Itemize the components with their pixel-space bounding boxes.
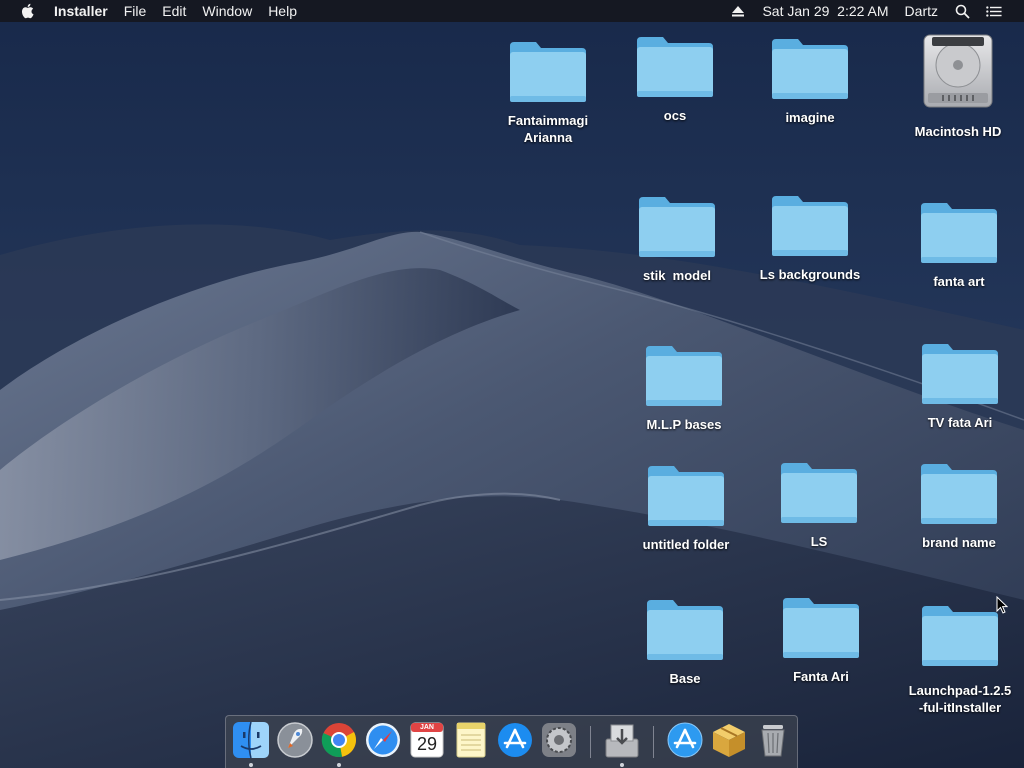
desktop-icon-label: LS <box>810 534 828 549</box>
desktop-folder[interactable]: LS <box>769 461 869 550</box>
desktop-icon-label: brand name <box>922 535 996 550</box>
desktop-icon-label: Fantaimmagi Arianna <box>507 113 589 145</box>
calendar-month: JAN <box>419 724 434 731</box>
folder-icon <box>781 463 857 523</box>
hard-drive-icon <box>923 34 993 108</box>
folder-icon <box>646 346 722 406</box>
desktop-icon-label: imagine <box>785 110 835 125</box>
eject-icon[interactable] <box>730 3 746 19</box>
app-store-download-icon[interactable] <box>666 721 704 759</box>
desktop-icon-label: Macintosh HD <box>914 124 1002 139</box>
folder-icon <box>783 598 859 658</box>
dock-separator <box>653 726 654 758</box>
desktop-icon-label: ocs <box>663 108 687 123</box>
apple-logo-icon[interactable] <box>20 2 36 20</box>
running-indicator <box>337 763 341 767</box>
folder-icon <box>772 39 848 99</box>
menu-app-name[interactable]: Installer <box>46 0 116 22</box>
desktop-folder[interactable]: imagine <box>760 37 860 126</box>
user-name[interactable]: Dartz <box>897 0 946 22</box>
folder-icon <box>772 196 848 256</box>
desktop-folder[interactable]: Fantaimmagi Arianna <box>498 40 598 146</box>
package-icon[interactable] <box>710 721 748 759</box>
notification-center-icon[interactable] <box>986 3 1002 19</box>
folder-icon <box>637 37 713 97</box>
desktop-icon-label: stik model <box>643 268 711 283</box>
chrome-icon[interactable] <box>320 721 358 767</box>
calendar-icon[interactable]: JAN 29 <box>408 721 446 759</box>
desktop-folder[interactable]: Base <box>635 598 735 687</box>
folder-icon <box>510 42 586 102</box>
calendar-day: 29 <box>416 734 438 754</box>
folder-icon <box>922 606 998 666</box>
folder-icon <box>647 600 723 660</box>
folder-icon <box>922 344 998 404</box>
desktop-icon-label: Fanta Ari <box>793 669 849 684</box>
menu-file[interactable]: File <box>116 0 155 22</box>
desktop-folder[interactable]: fanta art <box>909 201 1009 290</box>
installer-icon[interactable] <box>603 721 641 767</box>
folder-icon <box>639 197 715 257</box>
dock-separator <box>590 726 591 758</box>
folder-icon <box>921 464 997 524</box>
desktop-folder[interactable]: Ls backgrounds <box>760 194 860 283</box>
running-indicator <box>620 763 624 767</box>
running-indicator <box>249 763 253 767</box>
app-store-icon[interactable] <box>496 721 534 759</box>
desktop-folder[interactable]: untitled folder <box>636 464 736 553</box>
desktop-icon-label: untitled folder <box>642 537 730 552</box>
desktop-hard-drive[interactable]: Macintosh HD <box>908 33 1008 140</box>
safari-icon[interactable] <box>364 721 402 759</box>
desktop-icon-label: Launchpad-1.2.5 -ful-itInstaller <box>908 683 1012 715</box>
clock[interactable]: Sat Jan 29 2:22 AM <box>754 0 896 22</box>
launchpad-icon[interactable] <box>276 721 314 759</box>
notes-icon[interactable] <box>452 721 490 759</box>
menu-help[interactable]: Help <box>260 0 305 22</box>
dock: JAN 29 <box>225 715 798 768</box>
desktop-folder[interactable]: brand name <box>909 462 1009 551</box>
folder-icon <box>921 203 997 263</box>
finder-icon[interactable] <box>232 721 270 767</box>
desktop-folder[interactable]: TV fata Ari <box>910 342 1010 431</box>
desktop-folder[interactable]: Launchpad-1.2.5 -ful-itInstaller <box>900 604 1020 716</box>
desktop-icon-label: Base <box>669 671 701 686</box>
menu-edit[interactable]: Edit <box>154 0 194 22</box>
menu-window[interactable]: Window <box>194 0 260 22</box>
spotlight-search-icon[interactable] <box>954 3 970 19</box>
desktop-folder[interactable]: Fanta Ari <box>771 596 871 685</box>
desktop-icon-label: M.L.P bases <box>646 417 722 432</box>
desktop-folder[interactable]: stik model <box>627 195 727 284</box>
folder-icon <box>648 466 724 526</box>
mouse-pointer-icon <box>996 596 1008 614</box>
desktop-folder[interactable]: M.L.P bases <box>634 344 734 433</box>
trash-icon[interactable] <box>754 721 792 759</box>
desktop-icon-label: TV fata Ari <box>927 415 993 430</box>
desktop-folder[interactable]: ocs <box>625 35 725 124</box>
desktop-icon-label: fanta art <box>933 274 985 289</box>
system-preferences-icon[interactable] <box>540 721 578 759</box>
desktop-icon-label: Ls backgrounds <box>759 267 861 282</box>
menu-bar: Installer File Edit Window Help Sat Jan … <box>0 0 1024 22</box>
